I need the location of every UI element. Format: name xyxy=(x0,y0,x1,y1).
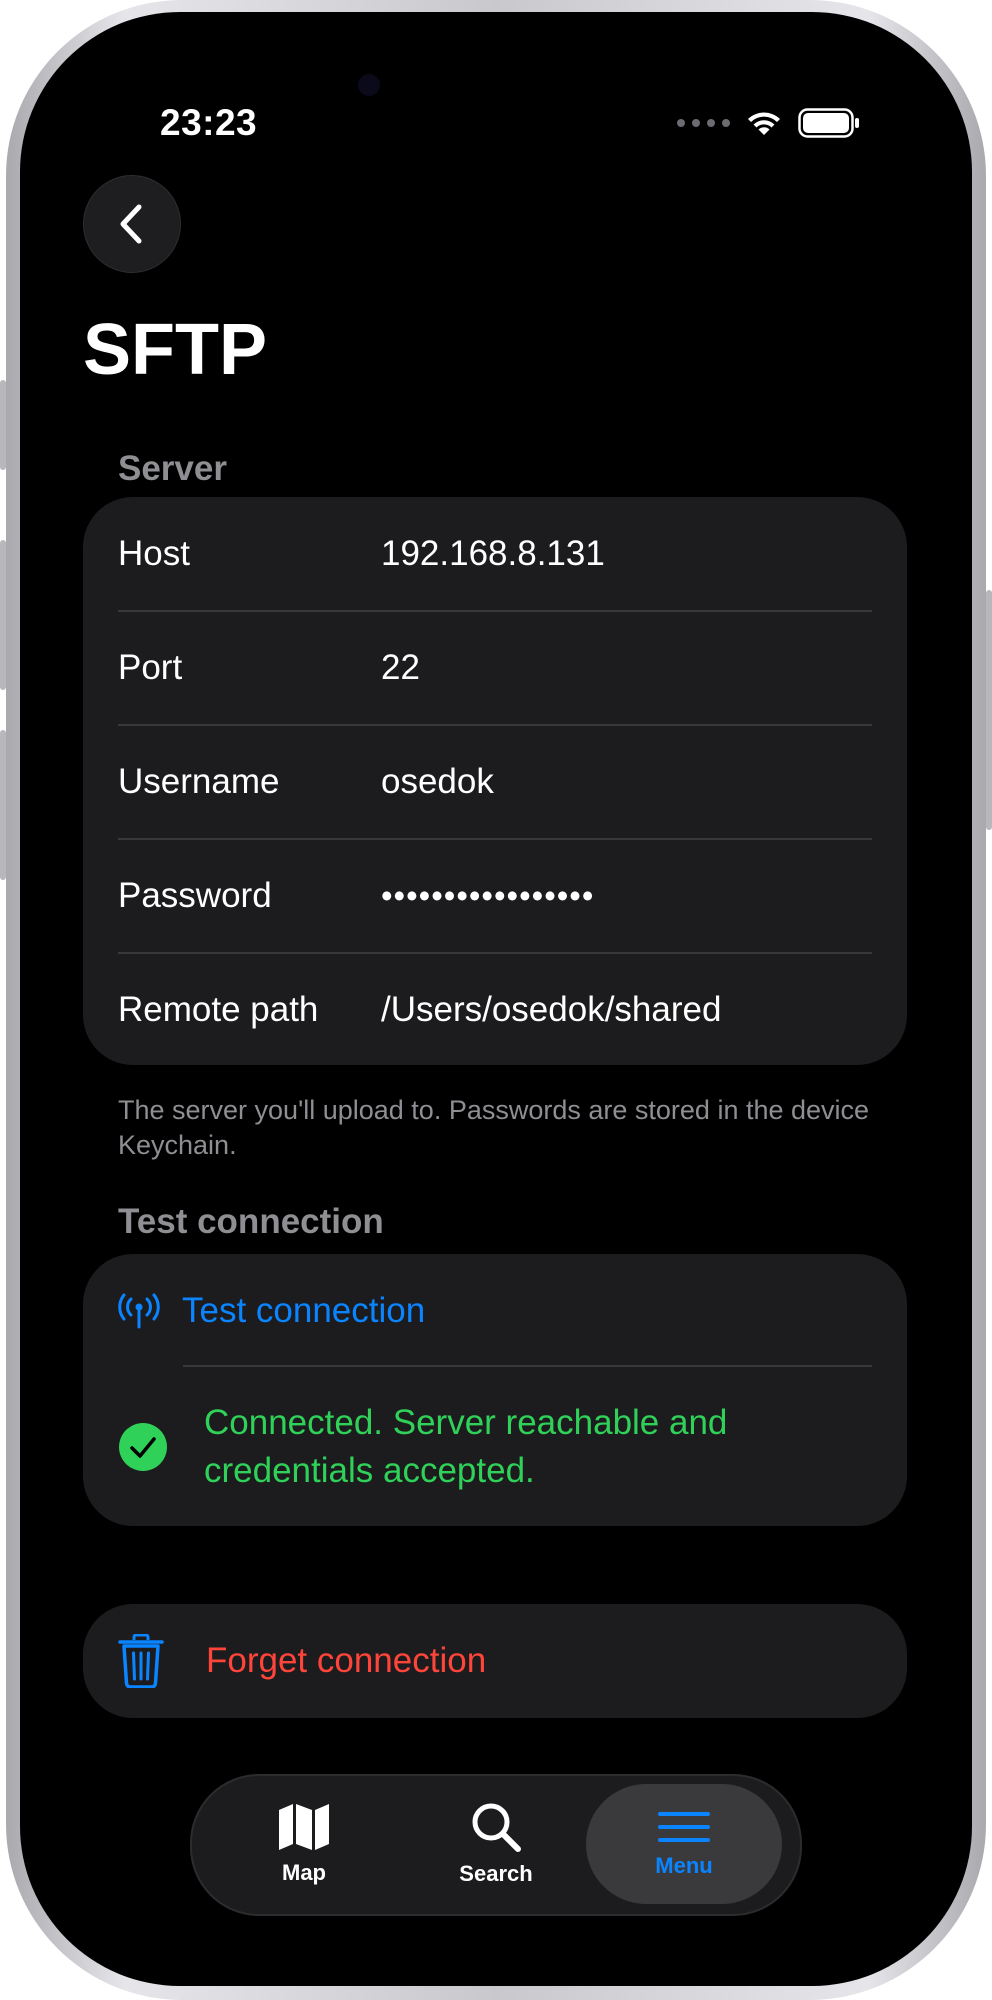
menu-icon xyxy=(658,1812,710,1842)
status-time: 23:23 xyxy=(160,102,258,143)
volume-down-button xyxy=(0,730,6,880)
tab-search-label: Search xyxy=(459,1861,533,1886)
tab-menu[interactable]: Menu xyxy=(586,1784,782,1904)
host-row[interactable]: Host 192.168.8.131 xyxy=(118,497,872,611)
port-label: Port xyxy=(118,648,183,687)
forget-connection-label: Forget connection xyxy=(206,1641,487,1680)
trash-icon xyxy=(118,1634,164,1688)
connection-status-message: Connected. Server reachable and credenti… xyxy=(204,1402,728,1490)
antenna-icon xyxy=(118,1293,160,1328)
status-icons xyxy=(677,108,860,138)
screen: 23:23 SFTP Server Host 192.168.8.131 Por… xyxy=(20,12,972,1986)
remote-path-label: Remote path xyxy=(118,990,319,1029)
port-field[interactable]: 22 xyxy=(381,648,420,688)
tab-map[interactable]: Map xyxy=(206,1784,402,1904)
username-row[interactable]: Username osedok xyxy=(118,725,872,839)
tab-search[interactable]: Search xyxy=(398,1784,594,1904)
host-field[interactable]: 192.168.8.131 xyxy=(381,534,605,574)
forget-connection-row[interactable]: Forget connection xyxy=(118,1604,872,1718)
checkmark-circle-icon xyxy=(119,1422,167,1471)
remote-path-row[interactable]: Remote path /Users/osedok/shared xyxy=(118,953,872,1067)
section-header-server: Server xyxy=(118,449,227,488)
server-footer-note: The server you'll upload to. Passwords a… xyxy=(118,1095,870,1160)
tab-menu-label: Menu xyxy=(655,1853,713,1878)
username-label: Username xyxy=(118,762,280,801)
chevron-left-icon xyxy=(120,204,142,244)
username-field[interactable]: osedok xyxy=(381,762,494,802)
tab-bar: Map Search Menu xyxy=(190,1774,802,1916)
forget-connection-button[interactable]: Forget connection xyxy=(83,1604,907,1718)
password-label: Password xyxy=(118,876,272,915)
port-row[interactable]: Port 22 xyxy=(118,611,872,725)
camera-icon xyxy=(358,74,380,96)
password-field[interactable]: ••••••••••••••••• xyxy=(381,877,594,915)
test-connection-card: Test connection Connected. Server reacha… xyxy=(83,1254,907,1526)
test-connection-button[interactable]: Test connection xyxy=(118,1254,872,1367)
test-connection-label: Test connection xyxy=(182,1290,426,1330)
search-icon xyxy=(472,1803,521,1852)
dynamic-island xyxy=(362,50,632,126)
host-label: Host xyxy=(118,534,190,573)
server-card: Host 192.168.8.131 Port 22 Username osed… xyxy=(83,497,907,1065)
password-row[interactable]: Password ••••••••••••••••• xyxy=(118,839,872,953)
page-title: SFTP xyxy=(83,310,268,390)
connection-status: Connected. Server reachable and credenti… xyxy=(118,1367,872,1526)
side-button xyxy=(986,590,992,830)
back-button[interactable] xyxy=(83,175,181,273)
remote-path-field[interactable]: /Users/osedok/shared xyxy=(381,990,721,1030)
section-header-test-connection: Test connection xyxy=(118,1202,384,1241)
tab-map-label: Map xyxy=(282,1860,326,1885)
volume-up-button xyxy=(0,540,6,690)
map-icon xyxy=(279,1804,329,1850)
action-button xyxy=(0,380,6,470)
wifi-icon xyxy=(748,112,780,135)
cellular-signal-icon xyxy=(677,119,730,127)
battery-icon xyxy=(798,108,859,138)
